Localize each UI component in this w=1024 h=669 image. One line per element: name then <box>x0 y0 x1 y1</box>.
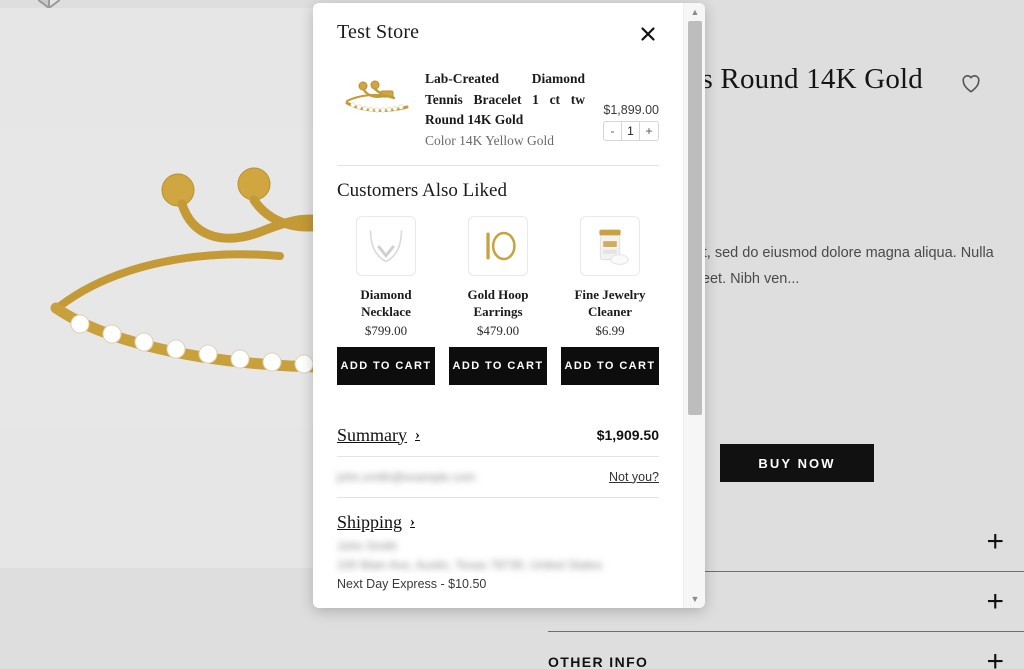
scrollbar-thumb[interactable] <box>688 21 702 415</box>
plus-icon: + <box>986 584 1004 618</box>
chevron-right-icon: › <box>415 426 420 443</box>
tennis-bracelet-thumbnail <box>337 69 417 125</box>
summary-toggle[interactable]: Summary › <box>337 425 420 446</box>
summary-label: Summary <box>337 424 407 445</box>
line-item-variant: Color 14K Yellow Gold <box>425 132 555 148</box>
product-page: amond Tennis Round 14K Gold ) Write a Re… <box>0 0 1024 669</box>
summary-row: Summary › $1,909.50 <box>337 425 659 456</box>
summary-total: $1,909.50 <box>596 427 659 443</box>
quantity-increment[interactable]: + <box>640 122 658 140</box>
line-item-title: Lab-Created Diamond Tennis Bracelet 1 ct… <box>425 71 585 127</box>
modal-scroll-area: Test Store Lab-Created Diamond Tennis Br… <box>313 3 683 608</box>
necklace-icon <box>356 215 416 276</box>
recommendations-list: Diamond Necklace $799.00 ADD TO CART Gol… <box>337 215 659 385</box>
not-you-link[interactable]: Not you? <box>609 470 659 484</box>
summary-block: Summary › $1,909.50 john.smith@example.c… <box>337 425 659 591</box>
recommendation-card: Gold Hoop Earrings $479.00 ADD TO CART <box>449 215 547 385</box>
modal-header: Test Store <box>337 21 659 45</box>
recommendation-price: $6.99 <box>595 322 625 338</box>
recommendation-name: Diamond Necklace <box>360 286 412 319</box>
shipping-address-line: 100 Main Ave, Austin, Texas 78730, Unite… <box>337 557 603 572</box>
chevron-right-icon: › <box>410 513 416 530</box>
recommendation-price: $479.00 <box>476 322 520 338</box>
recommendation-card: Fine Jewelry Cleaner $6.99 ADD TO CART <box>561 215 659 385</box>
add-to-cart-button[interactable]: ADD TO CART <box>561 346 659 385</box>
shipping-address: John Smith 100 Main Ave, Austin, Texas 7… <box>337 539 659 572</box>
shipping-toggle[interactable]: Shipping › <box>337 512 415 533</box>
quantity-decrement[interactable]: - <box>604 122 622 140</box>
recommendation-name: Gold Hoop Earrings <box>467 286 529 319</box>
modal-scrollbar[interactable]: ▲ ▼ <box>683 3 705 608</box>
recommendation-name: Fine Jewelry Cleaner <box>574 286 646 319</box>
jewelry-cleaner-icon <box>580 215 640 276</box>
shipping-label: Shipping <box>337 511 403 532</box>
divider <box>337 164 659 166</box>
plus-icon: + <box>986 524 1004 558</box>
buy-now-button[interactable]: BUY NOW <box>720 444 874 482</box>
cart-line-item: Lab-Created Diamond Tennis Bracelet 1 ct… <box>337 69 659 149</box>
line-item-price: $1,899.00 <box>603 103 659 117</box>
recommendation-price: $799.00 <box>364 322 408 338</box>
plus-icon: + <box>986 645 1004 669</box>
store-name: Test Store <box>337 21 420 43</box>
account-email: john.smith@example.com <box>337 469 476 484</box>
accordion-row-other-info[interactable]: OTHER INFO + <box>548 632 1024 669</box>
quantity-value: 1 <box>622 122 640 140</box>
cart-modal: Test Store Lab-Created Diamond Tennis Br… <box>313 3 705 608</box>
quantity-stepper[interactable]: - 1 + <box>603 121 659 141</box>
account-row: john.smith@example.com Not you? <box>337 457 659 497</box>
caret-up-icon[interactable]: ▲ <box>684 3 705 21</box>
shipping-method: Next Day Express - $10.50 <box>337 576 487 591</box>
accordion-label: OTHER INFO <box>548 654 649 669</box>
line-item-body: Lab-Created Diamond Tennis Bracelet 1 ct… <box>425 69 589 149</box>
recommendation-card: Diamond Necklace $799.00 ADD TO CART <box>337 215 435 385</box>
heart-icon[interactable] <box>958 70 984 96</box>
hoop-earrings-icon <box>468 215 528 276</box>
close-icon[interactable] <box>637 23 659 45</box>
recommendations-heading: Customers Also Liked <box>337 179 507 201</box>
line-item-right: $1,899.00 - 1 + <box>589 69 659 149</box>
add-to-cart-button[interactable]: ADD TO CART <box>337 346 435 385</box>
shipping-block: Shipping › John Smith 100 Main Ave, Aust… <box>337 498 659 591</box>
add-to-cart-button[interactable]: ADD TO CART <box>449 346 547 385</box>
shipping-name: John Smith <box>337 538 398 553</box>
caret-down-icon[interactable]: ▼ <box>684 590 705 608</box>
